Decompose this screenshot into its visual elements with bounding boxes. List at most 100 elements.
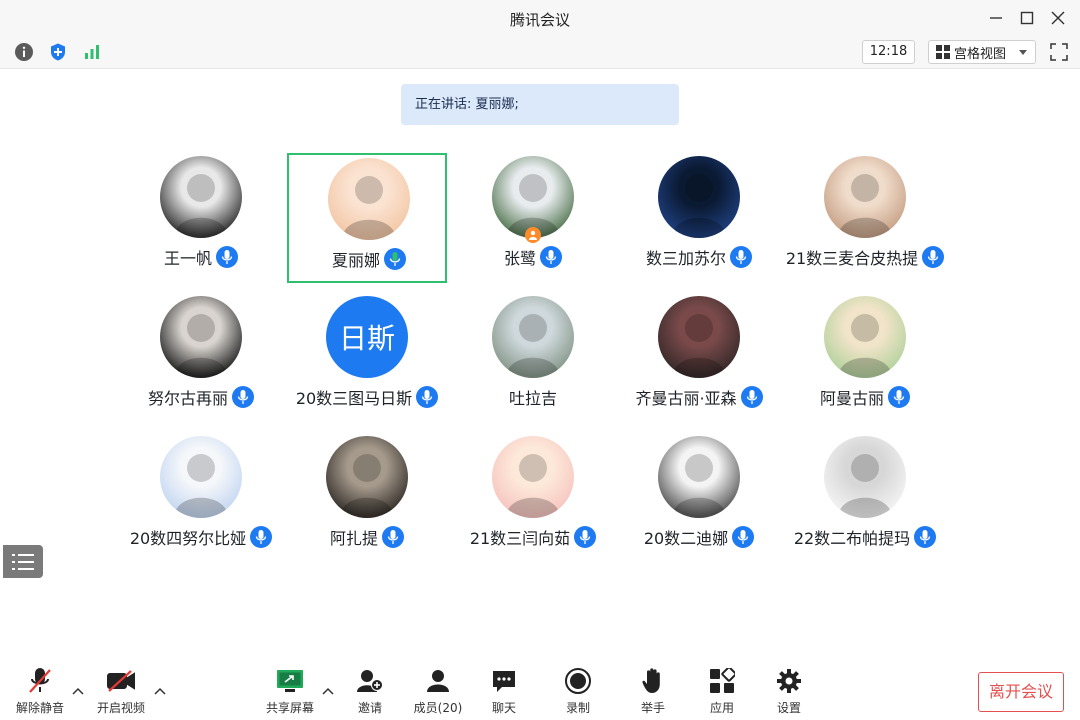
participant-tile[interactable]: 努尔古再丽 (121, 293, 281, 423)
list-icon (12, 553, 34, 570)
avatar-photo (174, 174, 228, 238)
participant-tile[interactable]: 吐拉吉 (453, 293, 613, 423)
participant-tile[interactable]: 22数二布帕提玛 (785, 433, 945, 563)
chat-button[interactable]: 聊天 (474, 666, 534, 718)
avatar (658, 296, 740, 378)
apps-button[interactable]: 应用 (692, 666, 752, 718)
avatar (160, 296, 242, 378)
view-mode-dropdown[interactable]: 宫格视图 (928, 40, 1036, 64)
raise-hand-button[interactable]: 举手 (623, 666, 683, 718)
minimize-icon[interactable] (985, 8, 1007, 28)
mic-on-icon (540, 246, 562, 268)
participant-tile[interactable]: 21数三麦合皮热提 (785, 153, 945, 283)
avatar-photo (174, 314, 228, 378)
participant-tile[interactable]: 阿扎提 (287, 433, 447, 563)
participant-tile[interactable]: 夏丽娜 (287, 153, 447, 283)
leave-meeting-button[interactable]: 离开会议 (978, 672, 1064, 712)
mic-on-icon (730, 246, 752, 268)
share-screen-label: 共享屏幕 (265, 701, 314, 715)
record-button[interactable]: 录制 (548, 666, 608, 718)
meeting-controls-bar: 解除静音 开启视频 共享屏幕 邀请 成员(20) 聊天 录制 举手 应用 设置 (0, 660, 1080, 720)
participant-name: 阿曼古丽 (819, 389, 884, 408)
unmute-button[interactable]: 解除静音 (10, 666, 70, 718)
network-signal-icon[interactable] (81, 41, 103, 63)
window-title: 腾讯会议 (509, 11, 570, 29)
participant-name: 齐曼古丽·亚森 (635, 389, 737, 408)
mic-on-icon (416, 386, 439, 408)
participant-tile[interactable]: 王一帆 (121, 153, 281, 283)
avatar (492, 156, 574, 238)
participant-tile[interactable]: 齐曼古丽·亚森 (619, 293, 779, 423)
participant-name-row: 夏丽娜 (289, 247, 449, 271)
participant-tile[interactable]: 数三加苏尔 (619, 153, 779, 283)
host-badge-icon (525, 227, 541, 243)
participant-tile[interactable]: 日斯 20数三图马日斯 (287, 293, 447, 423)
mic-on-icon (216, 246, 238, 268)
participant-name: 21数三闫向茹 (469, 529, 571, 548)
mic-on-icon (740, 386, 763, 408)
participant-tile[interactable]: 张鹭 (453, 153, 613, 283)
invite-label: 邀请 (357, 701, 382, 715)
participant-name-row: 阿扎提 (287, 525, 447, 549)
grid-view-icon (936, 45, 950, 59)
gear-icon (774, 666, 804, 696)
mic-on-icon (232, 386, 254, 408)
mic-on-icon (250, 526, 273, 548)
participant-name-row: 齐曼古丽·亚森 (619, 385, 779, 409)
avatar-photo (838, 314, 892, 378)
view-mode-label: 宫格视图 (954, 46, 1007, 62)
members-button[interactable]: 成员(20) (408, 666, 468, 718)
hand-icon (638, 666, 668, 696)
participant-tile[interactable]: 阿曼古丽 (785, 293, 945, 423)
avatar-photo (506, 314, 560, 378)
avatar-photo (672, 314, 726, 378)
participant-name: 吐拉吉 (508, 389, 557, 408)
avatar-photo (174, 454, 228, 518)
security-shield-icon[interactable] (47, 41, 69, 63)
share-options-chevron-icon[interactable] (322, 686, 334, 696)
apps-label: 应用 (709, 701, 734, 715)
settings-button[interactable]: 设置 (759, 666, 819, 718)
unmute-label: 解除静音 (15, 701, 64, 715)
start-video-button[interactable]: 开启视频 (91, 666, 151, 718)
participant-name-row: 21数三闫向茹 (453, 525, 613, 549)
participant-name: 阿扎提 (329, 529, 378, 548)
maximize-icon[interactable] (1016, 8, 1038, 28)
avatar (492, 296, 574, 378)
info-icon[interactable] (13, 41, 35, 63)
video-options-chevron-icon[interactable] (154, 686, 166, 696)
participant-name: 22数二布帕提玛 (793, 529, 911, 548)
participant-name-row: 阿曼古丽 (785, 385, 945, 409)
share-screen-button[interactable]: 共享屏幕 (260, 666, 320, 718)
video-off-icon (106, 666, 136, 696)
chat-icon (489, 666, 519, 696)
avatar (326, 436, 408, 518)
mic-on-icon (732, 526, 755, 548)
list-toggle-button[interactable] (3, 545, 43, 578)
audio-options-chevron-icon[interactable] (72, 686, 84, 696)
chevron-down-icon (1019, 50, 1027, 55)
add-user-icon (355, 666, 385, 696)
chat-label: 聊天 (491, 701, 516, 715)
title-bar: 腾讯会议 (0, 0, 1080, 36)
members-icon (423, 666, 453, 696)
participant-tile[interactable]: 21数三闫向茹 (453, 433, 613, 563)
participant-tile[interactable]: 20数四努尔比娅 (121, 433, 281, 563)
avatar: 日斯 (326, 296, 408, 378)
mic-on-icon (888, 386, 910, 408)
invite-button[interactable]: 邀请 (340, 666, 400, 718)
avatar (824, 436, 906, 518)
close-icon[interactable] (1047, 8, 1069, 28)
avatar (492, 436, 574, 518)
members-label: 成员(20) (413, 701, 463, 715)
avatar-photo (672, 174, 726, 238)
avatar-photo (672, 454, 726, 518)
settings-label: 设置 (776, 701, 801, 715)
record-icon (563, 666, 593, 696)
apps-icon (707, 666, 737, 696)
fullscreen-icon[interactable] (1046, 40, 1072, 64)
participant-tile[interactable]: 20数二迪娜 (619, 433, 779, 563)
meeting-toolbar: 12:18 宫格视图 (0, 36, 1080, 69)
participant-name-row: 20数三图马日斯 (287, 385, 447, 409)
participant-name: 夏丽娜 (331, 251, 380, 270)
